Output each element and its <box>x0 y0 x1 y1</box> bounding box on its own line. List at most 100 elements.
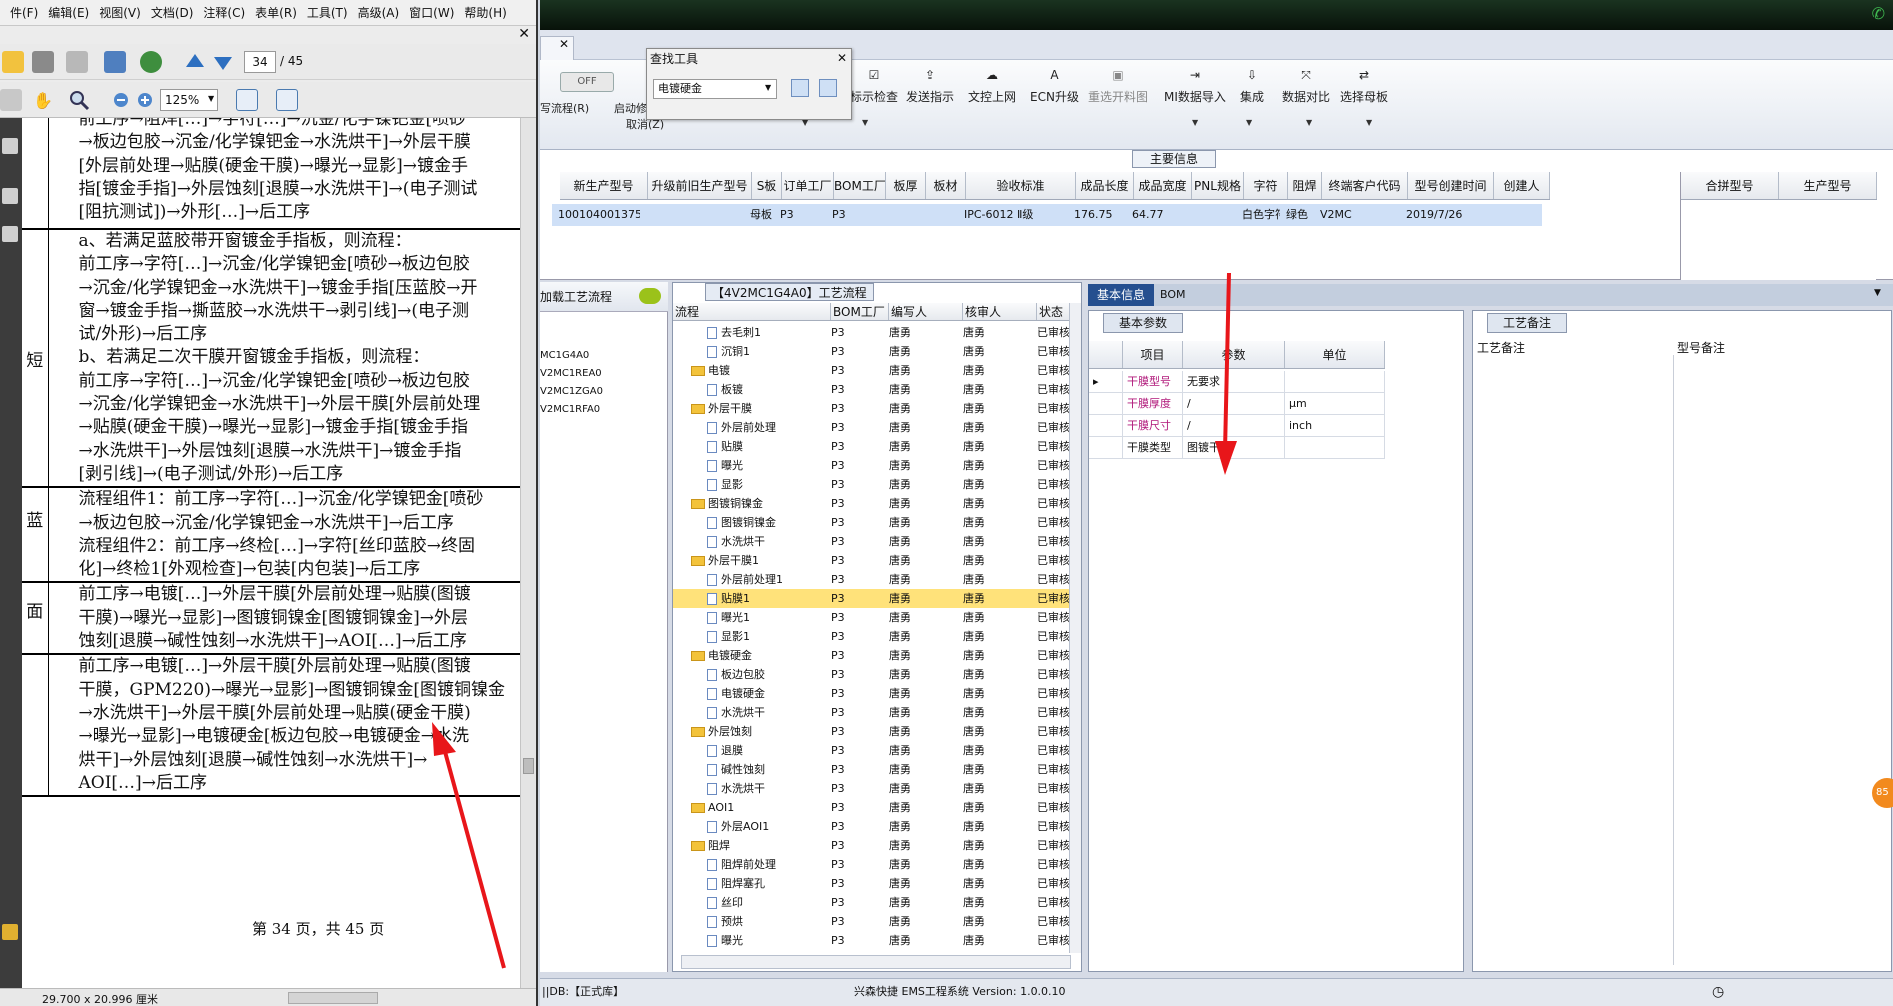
tab-close[interactable]: ✕ <box>540 36 574 60</box>
tree-node[interactable]: 外层蚀刻 <box>691 722 752 741</box>
main-info-row[interactable]: 10010400137541母板P3P3IPC-6012 Ⅱ级176.7564.… <box>552 204 1542 226</box>
tree-group-row[interactable]: 电镀硬金 P3 唐勇 唐勇 已审核 <box>673 646 1073 665</box>
list-item[interactable]: MC1G4A0 <box>540 350 589 361</box>
main-cell[interactable] <box>1486 204 1542 226</box>
main-cell[interactable]: 绿色 <box>1280 204 1314 226</box>
doc-online-button[interactable]: ☁ 文控上网 <box>968 68 1016 105</box>
tree-node[interactable]: 图镀铜镍金 <box>691 494 763 513</box>
menu-view[interactable]: 视图(V) <box>99 4 141 21</box>
tree-node[interactable]: AOI1 <box>691 798 734 817</box>
col-item[interactable]: 项目 <box>1123 341 1183 368</box>
tree-step-row[interactable]: 阻焊塞孔 P3 唐勇 唐勇 已审核 <box>673 874 1073 893</box>
param-value[interactable]: 图镀干膜 <box>1183 437 1285 458</box>
col-status[interactable]: 状态 <box>1037 303 1073 320</box>
menu-comment[interactable]: 注释(C) <box>203 4 245 21</box>
close-icon[interactable]: ✕ <box>837 51 847 65</box>
main-col-header[interactable]: BOM工厂 <box>834 172 886 199</box>
pdf-vertical-scrollbar[interactable] <box>520 118 536 988</box>
page-up-icon[interactable] <box>184 51 206 73</box>
tree-horizontal-scrollbar[interactable] <box>681 955 1071 969</box>
hand-tool-icon[interactable]: ✋ <box>30 89 53 111</box>
tree-node[interactable]: 板边包胶 <box>707 665 765 684</box>
tree-node[interactable]: 水洗烘干 <box>707 532 765 551</box>
col-flow[interactable]: 流程 <box>673 303 831 320</box>
param-value[interactable]: 无要求 <box>1183 371 1285 392</box>
tree-step-row[interactable]: 贴膜 P3 唐勇 唐勇 已审核 <box>673 437 1073 456</box>
tree-step-row[interactable]: 沉铜1 P3 唐勇 唐勇 已审核 <box>673 342 1073 361</box>
main-cell[interactable]: P3 <box>774 204 826 226</box>
zoom-out-icon[interactable] <box>110 89 132 111</box>
menu-help[interactable]: 帮助(H) <box>464 4 506 21</box>
menu-advanced[interactable]: 高级(A) <box>358 4 400 21</box>
phone-icon[interactable]: ✆ <box>1872 4 1885 23</box>
zoom-tool-icon[interactable] <box>68 89 90 111</box>
tree-step-row[interactable]: 水洗烘干 P3 唐勇 唐勇 已审核 <box>673 532 1073 551</box>
param-value[interactable]: / <box>1183 415 1285 436</box>
chevron-down-icon[interactable]: ▼ <box>1306 118 1312 127</box>
signature-icon[interactable] <box>2 226 18 242</box>
main-cell[interactable]: 10010400137541 <box>552 204 640 226</box>
main-cell[interactable]: 母板 <box>744 204 774 226</box>
list-item[interactable]: V2MC1RFA0 <box>540 404 600 415</box>
tree-step-row[interactable]: 丝印 P3 唐勇 唐勇 已审核 <box>673 893 1073 912</box>
save-icon[interactable] <box>66 51 88 73</box>
mark-check-button[interactable]: ☑ 标示检查 <box>850 68 898 105</box>
main-col-header[interactable]: 新生产型号 <box>560 172 648 199</box>
main-cell[interactable]: V2MC <box>1314 204 1400 226</box>
tree-step-row[interactable]: 曝光1 P3 唐勇 唐勇 已审核 <box>673 608 1073 627</box>
col-reviewer[interactable]: 核审人 <box>963 303 1037 320</box>
write-flow-button[interactable]: 写流程(R) <box>540 100 589 116</box>
tab-process-notes[interactable]: 工艺备注 <box>1487 313 1567 333</box>
col-unit[interactable]: 单位 <box>1285 341 1385 368</box>
pages-icon[interactable] <box>2 188 18 204</box>
main-cell[interactable] <box>918 204 958 226</box>
main-cell[interactable]: 176.75 <box>1068 204 1126 226</box>
tree-node[interactable]: 退膜 <box>707 741 743 760</box>
menu-file[interactable]: 件(F) <box>10 4 38 21</box>
comment-icon[interactable] <box>2 924 18 940</box>
tree-node[interactable]: 显影1 <box>707 627 750 646</box>
col-writer[interactable]: 编写人 <box>889 303 963 320</box>
tree-node[interactable]: 贴膜 <box>707 437 743 456</box>
zoom-in-icon[interactable] <box>134 89 156 111</box>
tree-node[interactable]: 贴膜1 <box>707 589 750 608</box>
integrate-button[interactable]: ⇩ 集成 <box>1240 68 1264 105</box>
tree-step-row[interactable]: 水洗烘干 P3 唐勇 唐勇 已审核 <box>673 703 1073 722</box>
tree-group-row[interactable]: 外层蚀刻 P3 唐勇 唐勇 已审核 <box>673 722 1073 741</box>
tree-step-row[interactable]: 阻焊前处理 P3 唐勇 唐勇 已审核 <box>673 855 1073 874</box>
param-row[interactable]: 干膜尺寸 / inch <box>1089 415 1385 437</box>
main-col-header[interactable]: 型号创建时间 <box>1408 172 1494 199</box>
chevron-down-icon[interactable]: ▼ <box>765 83 771 92</box>
col-bom-factory[interactable]: BOM工厂 <box>831 303 889 320</box>
main-col-header[interactable]: 升级前旧生产型号 <box>648 172 752 199</box>
tree-step-row[interactable]: 曝光 P3 唐勇 唐勇 已审核 <box>673 456 1073 475</box>
chevron-down-icon[interactable]: ▼ <box>1874 288 1881 298</box>
main-col-header[interactable]: 字符 <box>1244 172 1288 199</box>
tree-step-row[interactable]: 去毛刺1 P3 唐勇 唐勇 已审核 <box>673 323 1073 342</box>
page-number-input[interactable]: 34 <box>244 51 276 73</box>
main-cell[interactable] <box>878 204 918 226</box>
toggle-switch[interactable]: OFF <box>560 72 614 92</box>
menu-form[interactable]: 表单(R) <box>255 4 297 21</box>
find-next-icon[interactable] <box>819 79 837 97</box>
tree-node[interactable]: 电镀硬金 <box>691 646 752 665</box>
tree-node[interactable]: 外层干膜 <box>691 399 752 418</box>
tree-node[interactable]: 去毛刺1 <box>707 323 761 342</box>
tree-step-row[interactable]: 贴膜1 P3 唐勇 唐勇 已审核 <box>673 589 1073 608</box>
main-col-header[interactable]: 板材 <box>926 172 966 199</box>
tree-node[interactable]: 水洗烘干 <box>707 779 765 798</box>
tree-step-row[interactable]: 外层前处理1 P3 唐勇 唐勇 已审核 <box>673 570 1073 589</box>
chevron-down-icon[interactable]: ▼ <box>1192 118 1198 127</box>
param-value[interactable]: / <box>1183 393 1285 414</box>
tree-node[interactable]: 板镀 <box>707 380 743 399</box>
col-param[interactable]: 参数 <box>1183 341 1285 368</box>
open-folder-icon[interactable] <box>2 51 24 73</box>
tree-group-row[interactable]: AOI1 P3 唐勇 唐勇 已审核 <box>673 798 1073 817</box>
main-cell[interactable]: 64.77 <box>1126 204 1184 226</box>
main-col-header[interactable]: 终端客户代码 <box>1322 172 1408 199</box>
tree-node[interactable]: 阻焊 <box>691 836 730 855</box>
main-cell[interactable] <box>1184 204 1236 226</box>
tree-step-row[interactable]: 碱性蚀刻 P3 唐勇 唐勇 已审核 <box>673 760 1073 779</box>
main-col-header[interactable]: PNL规格 <box>1192 172 1244 199</box>
tree-group-row[interactable]: 外层干膜 P3 唐勇 唐勇 已审核 <box>673 399 1073 418</box>
